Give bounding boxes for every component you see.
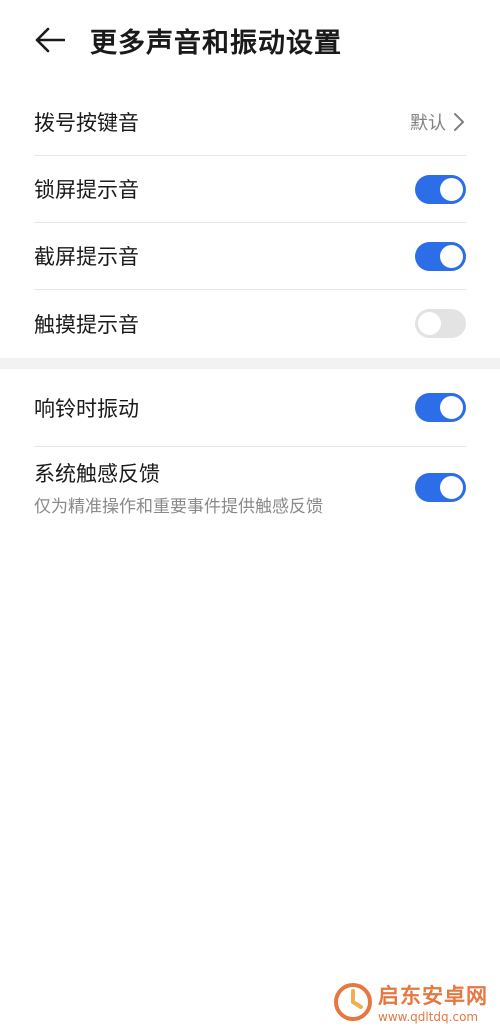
toggle-knob — [440, 396, 463, 419]
dial-keypad-tone-value: 默认 — [410, 113, 446, 134]
screenshot-sound-row: 截屏提示音 — [34, 223, 466, 290]
screenshot-sound-label: 截屏提示音 — [34, 245, 139, 269]
screenshot-sound-toggle[interactable] — [415, 241, 466, 271]
lock-screen-sound-row: 锁屏提示音 — [34, 156, 466, 223]
dial-keypad-tone-value-area: 默认 — [410, 109, 466, 135]
touch-sound-toggle[interactable] — [415, 309, 466, 338]
touch-sound-row: 触摸提示音 — [34, 290, 466, 357]
vibration-settings-group: 响铃时振动 系统触感反馈 仅为精准操作和重要事件提供触感反馈 — [0, 369, 500, 527]
system-haptic-toggle[interactable] — [415, 472, 466, 502]
toggle-knob — [440, 177, 463, 201]
app-bar: 更多声音和振动设置 — [0, 0, 500, 80]
toggle-knob — [418, 312, 441, 335]
toggle-knob — [440, 244, 463, 268]
touch-sound-label: 触摸提示音 — [34, 312, 139, 337]
chevron-right-icon — [454, 113, 464, 131]
watermark-name: 启东安卓网 — [378, 984, 488, 1008]
sound-settings-group: 拨号按键音 默认 锁屏提示音 截屏提示音 触摸提示音 — [0, 89, 500, 357]
lock-screen-sound-label: 锁屏提示音 — [34, 178, 139, 202]
vibrate-on-ring-label: 响铃时振动 — [34, 396, 139, 421]
watermark-text: 启东安卓网 www.qdltdq.com — [378, 980, 488, 1024]
system-haptic-row: 系统触感反馈 仅为精准操作和重要事件提供触感反馈 — [34, 447, 466, 527]
section-divider — [0, 358, 500, 369]
watermark-logo-icon — [334, 983, 372, 1021]
dial-keypad-tone-label: 拨号按键音 — [34, 111, 139, 135]
system-haptic-subtitle: 仅为精准操作和重要事件提供触感反馈 — [34, 496, 323, 517]
lock-screen-sound-toggle[interactable] — [415, 174, 466, 204]
vibrate-on-ring-toggle[interactable] — [415, 393, 466, 422]
page-title: 更多声音和振动设置 — [90, 27, 342, 59]
watermark: 启东安卓网 www.qdltdq.com — [334, 980, 488, 1024]
arrow-left-icon — [35, 27, 65, 53]
watermark-url: www.qdltdq.com — [378, 1010, 479, 1024]
back-button[interactable] — [34, 24, 66, 56]
dial-keypad-tone-row[interactable]: 拨号按键音 默认 — [34, 89, 466, 156]
vibrate-on-ring-row: 响铃时振动 — [34, 369, 466, 447]
system-haptic-text: 系统触感反馈 仅为精准操作和重要事件提供触感反馈 — [34, 458, 323, 517]
system-haptic-label: 系统触感反馈 — [34, 461, 160, 486]
toggle-knob — [440, 475, 463, 499]
